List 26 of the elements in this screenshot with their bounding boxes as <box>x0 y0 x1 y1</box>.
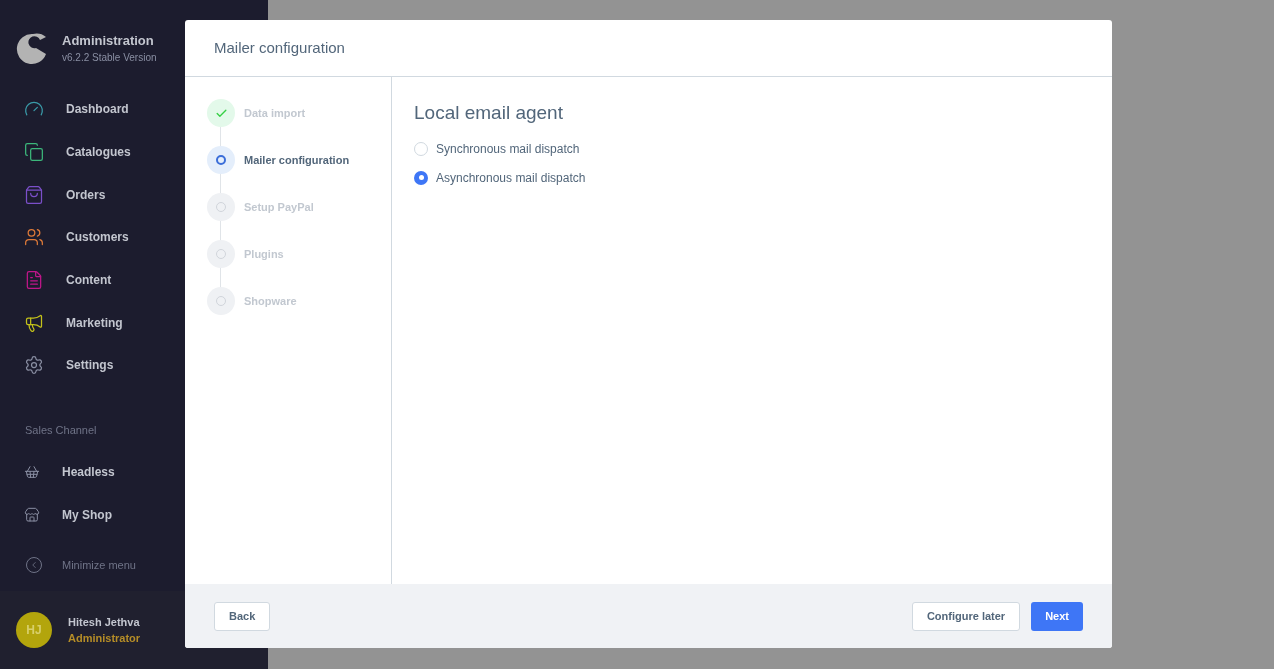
radio-button[interactable] <box>414 141 428 156</box>
next-button[interactable]: Next <box>1031 601 1083 631</box>
section-heading: Local email agent <box>414 101 564 125</box>
section-title: Sales Channel <box>25 422 98 438</box>
user-name: Hitesh Jethva <box>68 614 141 630</box>
back-button[interactable]: Back <box>214 601 271 631</box>
user-avatar: HJ <box>16 612 52 648</box>
modal-title: Mailer configuration <box>214 37 345 58</box>
radio-option[interactable]: Synchronous mail dispatch <box>414 139 1112 158</box>
step-label: Data import <box>244 105 306 121</box>
version-text: v6.2.2 Stable Version <box>62 51 157 66</box>
basket-icon <box>24 463 40 480</box>
channel-item[interactable]: My Shop <box>0 493 268 537</box>
channel-item[interactable]: Headless <box>0 450 268 494</box>
step-label: Setup PayPal <box>244 199 314 215</box>
store-icon <box>24 506 40 523</box>
app-title: Administration <box>62 31 155 50</box>
radio-option[interactable]: Asynchronous mail dispatch <box>414 168 1112 187</box>
configure-later-button[interactable]: Configure later <box>911 601 1021 631</box>
step-label: Shopware <box>244 293 297 309</box>
radio-button[interactable] <box>414 170 428 185</box>
user-role: Administrator <box>68 631 141 646</box>
step-label: Plugins <box>244 246 284 262</box>
minimize-menu-button[interactable]: Minimize menu <box>0 556 268 573</box>
step-label: Mailer configuration <box>244 152 350 168</box>
nav-item[interactable]: Settings <box>0 344 268 387</box>
